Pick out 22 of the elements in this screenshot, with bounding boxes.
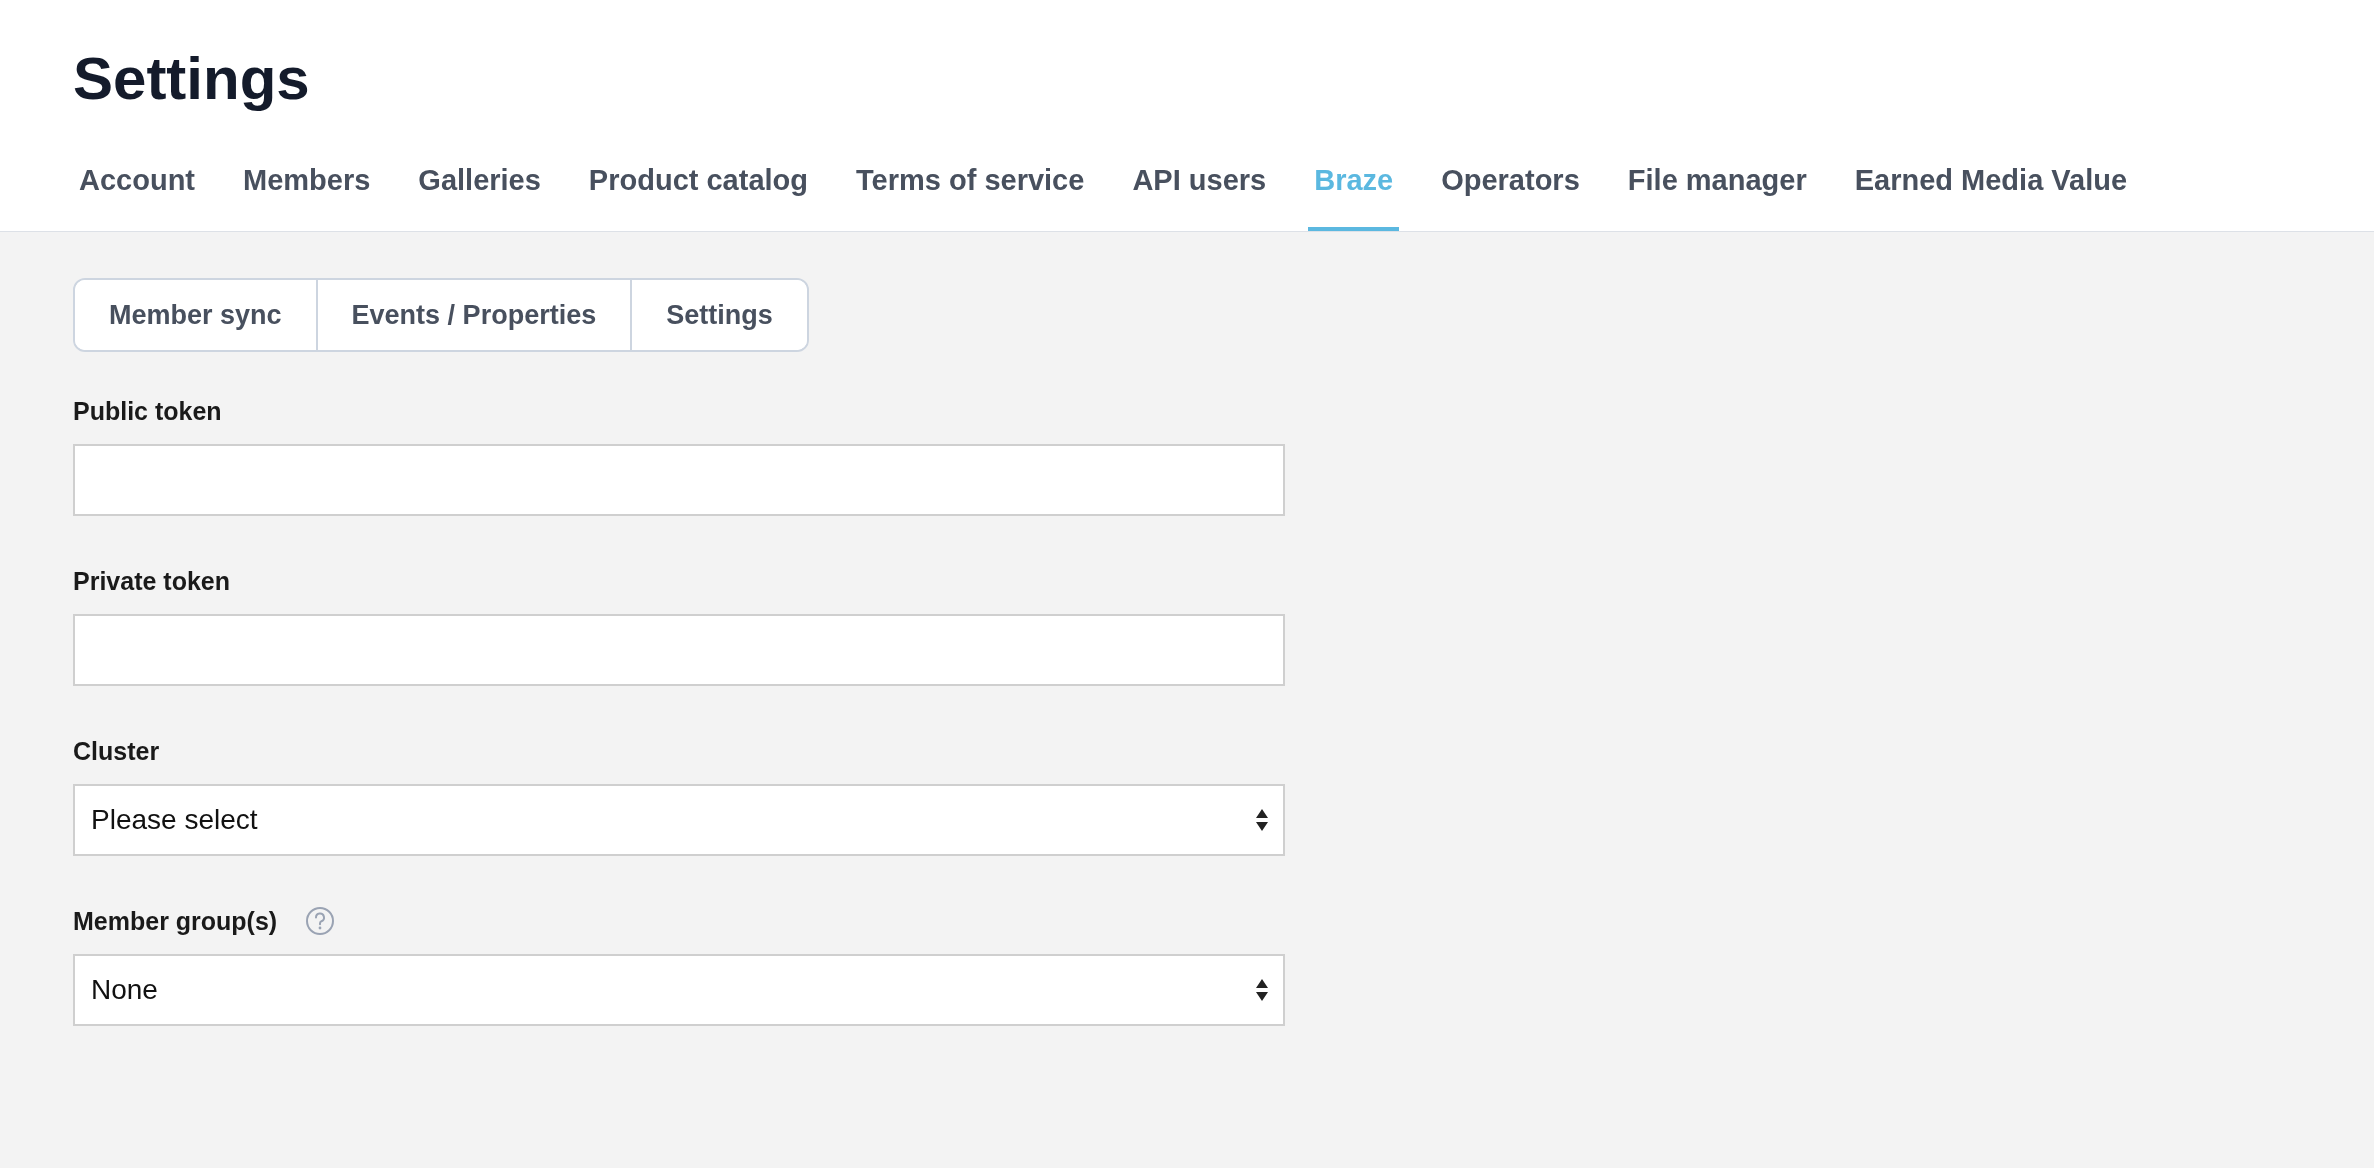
field-label: Public token <box>73 396 222 426</box>
tab[interactable]: API users <box>1126 150 1273 231</box>
select-field[interactable]: Please select <box>73 784 1285 856</box>
tab[interactable]: Operators <box>1435 150 1586 231</box>
help-icon[interactable] <box>305 906 336 936</box>
segment-button[interactable]: Settings <box>630 280 807 350</box>
tab[interactable]: Terms of service <box>850 150 1091 231</box>
text-input[interactable] <box>73 444 1285 516</box>
tab[interactable]: File manager <box>1621 150 1813 231</box>
select-field[interactable]: None <box>73 954 1285 1026</box>
sort-arrows-icon <box>1255 808 1269 832</box>
field-label: Cluster <box>73 736 160 766</box>
text-input[interactable] <box>73 614 1285 686</box>
field-label: Member group(s) <box>73 906 278 936</box>
tab[interactable]: Galleries <box>412 150 547 231</box>
page-title: Settings <box>73 46 311 112</box>
sort-arrows-icon <box>1255 978 1269 1002</box>
tab[interactable]: Product catalog <box>582 150 814 231</box>
tab[interactable]: Members <box>237 150 377 231</box>
tab[interactable]: Account <box>73 150 201 231</box>
field-label: Private token <box>73 566 230 596</box>
tab[interactable]: Earned Media Value <box>1848 150 2134 231</box>
